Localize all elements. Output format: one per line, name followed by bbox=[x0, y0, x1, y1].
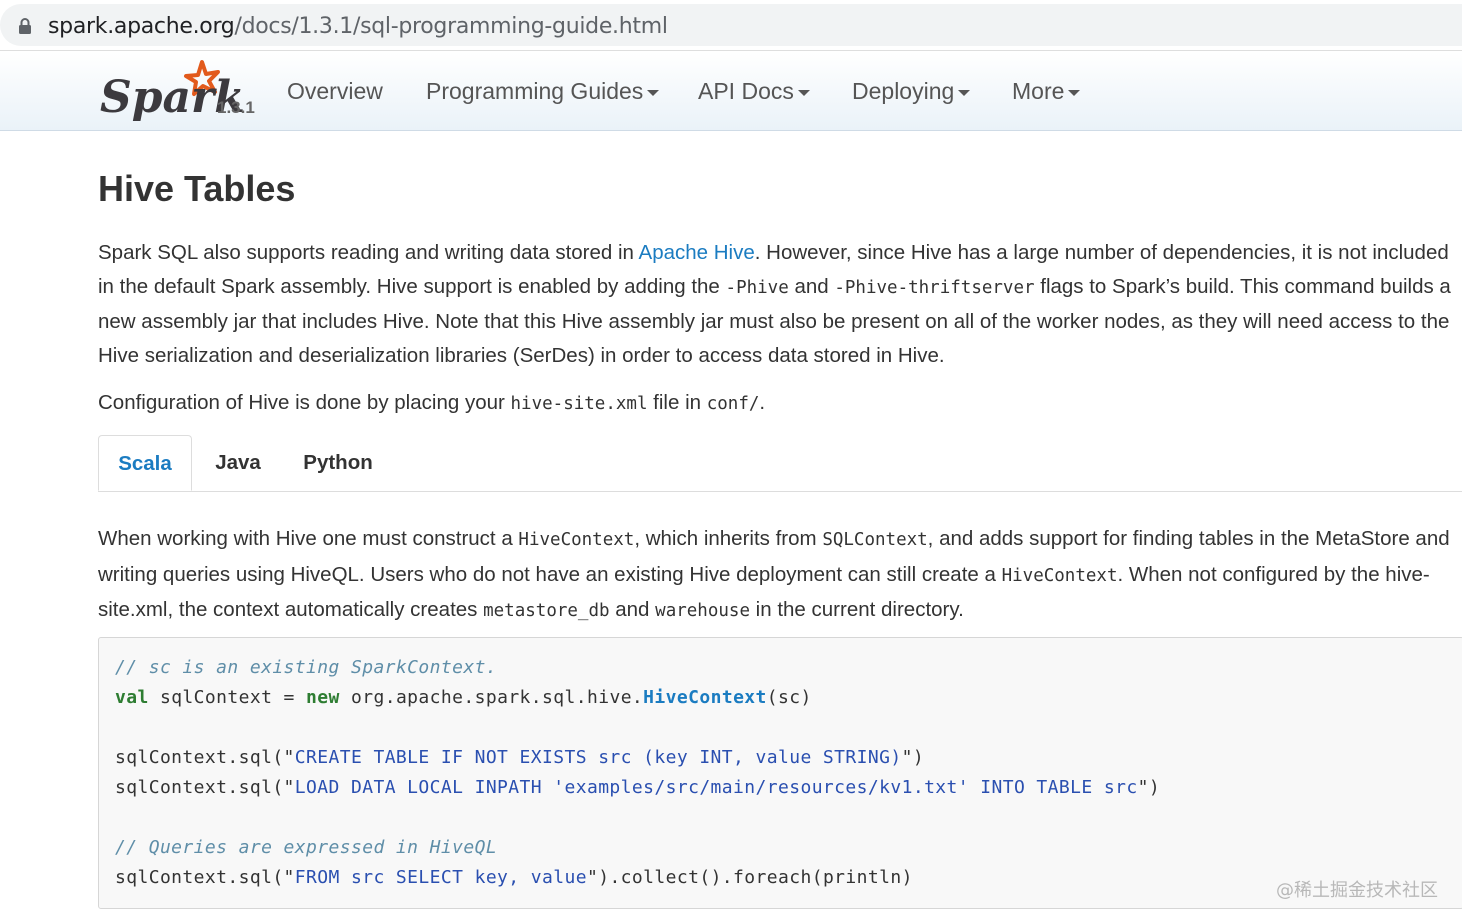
inline-code: HiveContext bbox=[1001, 565, 1118, 586]
code-string: FROM src SELECT key, value bbox=[294, 867, 587, 888]
text: file in bbox=[647, 391, 707, 414]
code-line: // sc is an existing SparkContext. bbox=[115, 657, 497, 678]
code-line: // Queries are expressed in HiveQL bbox=[115, 837, 497, 858]
nav-label: Programming Guides bbox=[426, 78, 644, 104]
code-text: org.apache.spark.sql.hive. bbox=[339, 687, 644, 708]
url-text[interactable]: spark.apache.org/docs/1.3.1/sql-programm… bbox=[48, 14, 668, 39]
code-text: sqlContext.sql(" bbox=[115, 867, 295, 888]
watermark: @稀土掘金技术社区 bbox=[1276, 880, 1438, 901]
code-text: ").collect().foreach(println) bbox=[586, 867, 913, 888]
code-text: (sc) bbox=[766, 687, 812, 708]
inline-code: metastore_db bbox=[483, 601, 610, 621]
nav-more[interactable]: More bbox=[1012, 78, 1081, 105]
text: and bbox=[788, 274, 835, 298]
nav-api-docs[interactable]: API Docs bbox=[698, 78, 810, 105]
code-comment: // Queries are expressed in HiveQL bbox=[115, 837, 498, 858]
inline-code: HiveContext bbox=[518, 530, 635, 550]
caret-down-icon bbox=[647, 89, 660, 96]
code-line: sqlContext.sql("CREATE TABLE IF NOT EXIS… bbox=[115, 747, 924, 768]
apache-hive-link[interactable]: Apache Hive bbox=[639, 241, 755, 264]
caret-down-icon bbox=[1068, 89, 1081, 96]
code-line: val sqlContext = new org.apache.spark.sq… bbox=[115, 687, 812, 708]
text: , which inherits from bbox=[634, 527, 823, 550]
code-comment: // sc is an existing SparkContext. bbox=[115, 657, 498, 678]
code-text: ") bbox=[901, 747, 925, 768]
code-line: sqlContext.sql("LOAD DATA LOCAL INPATH '… bbox=[115, 777, 1160, 798]
language-tabs: Scala Java Python bbox=[98, 435, 1462, 492]
text: When working with Hive one must construc… bbox=[98, 527, 519, 550]
code-text: sqlContext.sql(" bbox=[115, 747, 295, 768]
nav-label: More bbox=[1012, 78, 1065, 104]
site-navbar: Spark 1.3.1 Overview Programming Guides … bbox=[0, 52, 1462, 131]
nav-overview[interactable]: Overview bbox=[287, 78, 383, 105]
code-string: LOAD DATA LOCAL INPATH 'examples/src/mai… bbox=[294, 777, 1138, 798]
lock-icon bbox=[19, 18, 31, 34]
tab-python[interactable]: Python bbox=[290, 435, 386, 491]
code-text: sqlContext = bbox=[148, 687, 307, 708]
inline-code: warehouse bbox=[655, 601, 750, 621]
text: and bbox=[609, 598, 656, 621]
url-host: spark.apache.org bbox=[48, 14, 235, 39]
inline-code: conf/ bbox=[706, 394, 760, 414]
inline-code: hive-site.xml bbox=[510, 394, 648, 414]
url-path: /docs/1.3.1/sql-programming-guide.html bbox=[234, 14, 668, 39]
code-keyword: val bbox=[115, 687, 149, 708]
tab-java[interactable]: Java bbox=[198, 435, 278, 491]
code-text: ") bbox=[1137, 777, 1161, 798]
text: in the current directory. bbox=[749, 598, 964, 621]
code-string: CREATE TABLE IF NOT EXISTS src (key INT,… bbox=[294, 747, 902, 768]
text: Configuration of Hive is done by placing… bbox=[98, 391, 511, 414]
scala-code-block[interactable]: // sc is an existing SparkContext. val s… bbox=[98, 637, 1462, 909]
code-keyword: new bbox=[306, 687, 340, 708]
inline-code: -Phive bbox=[725, 277, 789, 298]
spark-version: 1.3.1 bbox=[217, 98, 255, 117]
config-paragraph: Configuration of Hive is done by placing… bbox=[98, 386, 1458, 422]
inline-code: SQLContext bbox=[822, 530, 928, 550]
text: . bbox=[759, 391, 766, 414]
caret-down-icon bbox=[797, 89, 810, 96]
page-title: Hive Tables bbox=[98, 168, 296, 209]
inline-code: -Phive-thriftserver bbox=[834, 277, 1035, 298]
nav-label: API Docs bbox=[698, 78, 794, 104]
caret-down-icon bbox=[958, 89, 971, 96]
hivecontext-paragraph: When working with Hive one must construc… bbox=[98, 522, 1460, 629]
nav-deploying[interactable]: Deploying bbox=[852, 78, 971, 105]
nav-label: Deploying bbox=[852, 78, 955, 104]
code-text: sqlContext.sql(" bbox=[115, 777, 295, 798]
code-class: HiveContext bbox=[643, 687, 767, 708]
nav-label: Overview bbox=[287, 78, 383, 104]
intro-paragraph: Spark SQL also supports reading and writ… bbox=[98, 236, 1458, 372]
nav-programming-guides[interactable]: Programming Guides bbox=[426, 78, 660, 105]
text: Spark SQL also supports reading and writ… bbox=[98, 241, 639, 264]
code-line: sqlContext.sql("FROM src SELECT key, val… bbox=[115, 867, 913, 888]
url-field[interactable]: spark.apache.org/docs/1.3.1/sql-programm… bbox=[0, 4, 1462, 46]
browser-address-bar: spark.apache.org/docs/1.3.1/sql-programm… bbox=[0, 0, 1462, 51]
tab-scala[interactable]: Scala bbox=[98, 435, 192, 491]
